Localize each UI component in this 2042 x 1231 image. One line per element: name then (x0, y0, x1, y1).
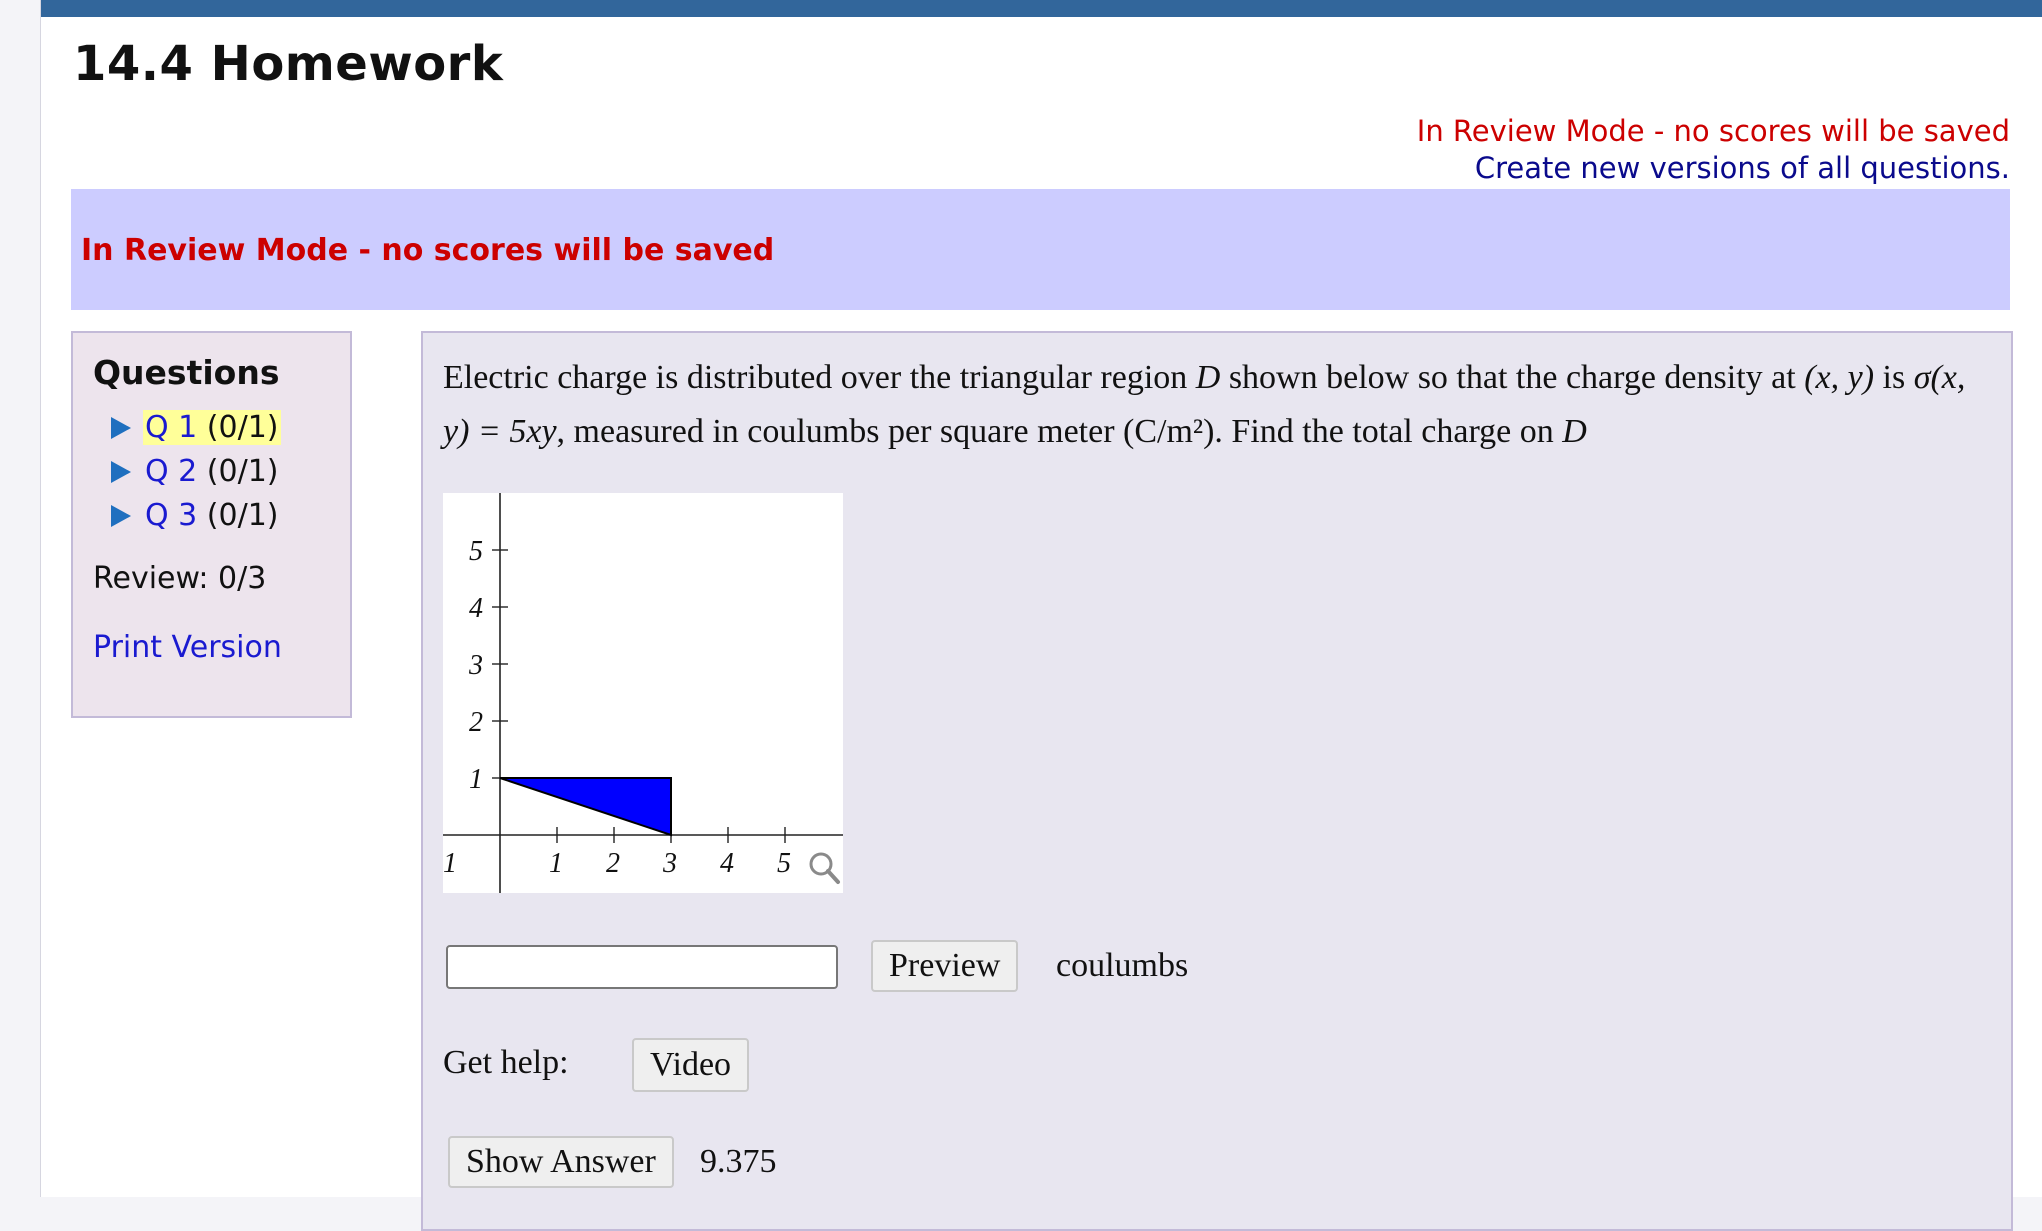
question-score: (0/1) (206, 409, 279, 445)
x-tick-label: 3 (662, 848, 677, 879)
triangle-right-icon (111, 461, 131, 483)
x-tick-label: 5 (777, 848, 791, 879)
x-tick-label: 4 (720, 848, 734, 879)
question-item-3[interactable]: Q 3 (0/1) (111, 493, 281, 537)
region-symbol: D (1195, 359, 1221, 396)
question-text-part: , measured in coulumbs per square meter … (556, 413, 1563, 450)
magnifier-icon[interactable] (809, 852, 840, 884)
units-label: coulumbs (1056, 947, 1189, 984)
y-tick-label: 5 (469, 536, 483, 567)
questions-sidebar: Questions Q 1 (0/1) Q 2 (0/1) Q 3 (0/1) … (71, 331, 352, 718)
page-title: 14.4 Homework (73, 36, 504, 92)
show-answer-button[interactable]: Show Answer (448, 1136, 674, 1188)
question-link-1[interactable]: Q 1 (145, 410, 197, 445)
question-score: (0/1) (206, 497, 279, 533)
y-tick-label: 3 (468, 650, 483, 681)
triangle-right-icon (111, 505, 131, 527)
graph-svg: 1 1 2 3 4 5 5 4 3 2 1 (443, 493, 843, 893)
banner-text: In Review Mode - no scores will be saved (81, 233, 775, 268)
video-button[interactable]: Video (632, 1038, 750, 1092)
question-link-3[interactable]: Q 3 (145, 498, 197, 533)
review-score: Review: 0/3 (93, 561, 267, 596)
question-text: Electric charge is distributed over the … (443, 351, 1993, 459)
question-item-text: Q 2 (0/1) (143, 454, 281, 489)
question-list: Q 1 (0/1) Q 2 (0/1) Q 3 (0/1) (111, 405, 281, 537)
y-tick-label: 2 (469, 707, 483, 738)
sidebar-heading: Questions (93, 353, 280, 392)
question-panel: Electric charge is distributed over the … (421, 331, 2013, 1231)
top-bar (41, 0, 2042, 17)
y-tick-label: 4 (469, 593, 483, 624)
question-item-text: Q 1 (0/1) (143, 409, 281, 445)
point-expression: (x, y) (1804, 359, 1875, 396)
question-link-2[interactable]: Q 2 (145, 454, 197, 489)
get-help-label: Get help: (443, 1044, 569, 1081)
question-text-part: Electric charge is distributed over the … (443, 359, 1196, 396)
x-tick-label: 2 (606, 848, 620, 879)
answer-value: 9.375 (700, 1143, 777, 1180)
answer-input[interactable] (446, 945, 838, 989)
create-new-versions-link[interactable]: Create new versions of all questions. (1475, 151, 2010, 185)
review-mode-notice: In Review Mode - no scores will be saved (1416, 114, 2010, 148)
question-text-part: shown below so that the charge density a… (1220, 359, 1805, 396)
triangular-region (499, 777, 672, 837)
question-item-text: Q 3 (0/1) (143, 498, 281, 533)
question-item-1[interactable]: Q 1 (0/1) (111, 405, 281, 449)
x-tick-label: 1 (443, 848, 457, 879)
print-version-link[interactable]: Print Version (93, 630, 282, 665)
page: 14.4 Homework In Review Mode - no scores… (40, 0, 2042, 1231)
preview-button[interactable]: Preview (871, 940, 1019, 992)
region-graph[interactable]: 1 1 2 3 4 5 5 4 3 2 1 (443, 493, 843, 893)
x-tick-label: 1 (549, 848, 563, 879)
region-symbol: D (1562, 413, 1587, 450)
question-text-part: is (1874, 359, 1914, 396)
question-item-2[interactable]: Q 2 (0/1) (111, 449, 281, 493)
y-tick-label: 1 (469, 764, 483, 795)
triangle-right-icon (111, 417, 131, 439)
question-score: (0/1) (206, 453, 279, 489)
review-mode-banner: In Review Mode - no scores will be saved (71, 189, 2010, 310)
